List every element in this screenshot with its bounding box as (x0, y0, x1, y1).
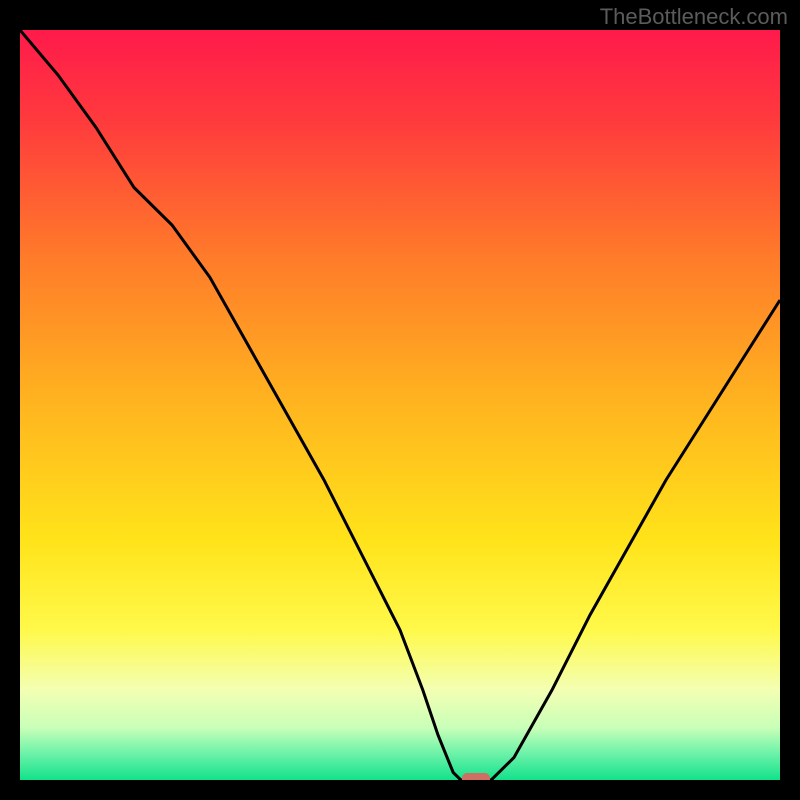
optimal-marker (462, 773, 490, 780)
chart-svg (20, 30, 780, 780)
watermark-text: TheBottleneck.com (600, 4, 788, 30)
chart-canvas (20, 30, 780, 780)
gradient-background (20, 30, 780, 780)
